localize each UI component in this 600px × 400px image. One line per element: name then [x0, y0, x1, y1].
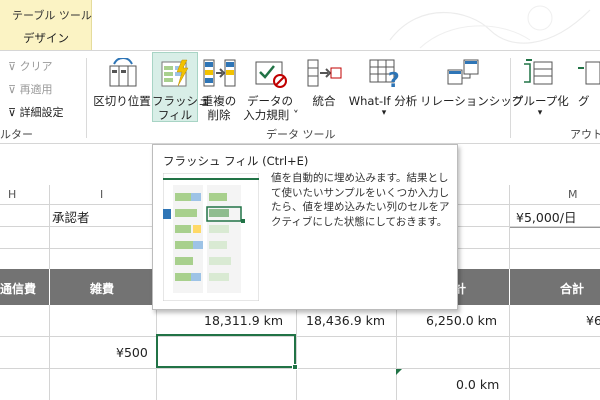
- text-to-columns-button[interactable]: 区切り位置: [92, 94, 152, 108]
- advanced-filter-icon: ⊽: [8, 106, 17, 119]
- text-to-columns-icon: [109, 58, 137, 87]
- error-indicator-icon: [396, 369, 402, 375]
- column-header-i[interactable]: I: [100, 188, 103, 201]
- fill-handle[interactable]: [292, 364, 298, 370]
- ribbon-decoration: [389, 5, 591, 49]
- flash-fill-icon: [161, 59, 189, 87]
- relationships-icon: [447, 59, 479, 85]
- cell-misc-2[interactable]: ¥500: [116, 345, 148, 360]
- column-header-m[interactable]: M: [568, 188, 578, 201]
- daily-rate[interactable]: ¥5,000/日: [516, 207, 576, 226]
- flash-fill-label-2: フィル: [157, 108, 193, 122]
- ungroup-icon: [578, 61, 600, 85]
- data-tools-group-label: データ ツール: [266, 128, 336, 141]
- reapply-button[interactable]: ⊽ 再適用: [8, 81, 53, 97]
- what-if-analysis-icon: ?: [369, 59, 400, 88]
- consolidate-button[interactable]: 統合: [304, 94, 344, 108]
- cell-distance-1[interactable]: 18,311.9 km: [204, 313, 283, 328]
- context-tab-group-label: テーブル ツール: [12, 9, 92, 22]
- header-divider: [509, 269, 510, 305]
- group-separator: [510, 58, 511, 138]
- flash-fill-tooltip: フラッシュ フィル (Ctrl+E) 値を自動的に埋め込みます。結果として使いた…: [152, 144, 458, 310]
- header-total[interactable]: 合計: [560, 280, 584, 297]
- consolidate-icon: [307, 59, 342, 87]
- cell-distance-row3[interactable]: 0.0 km: [456, 377, 499, 392]
- flash-fill-label-1: フラッシュ: [152, 94, 210, 108]
- ungroup-button[interactable]: グ: [578, 94, 600, 108]
- header-communication[interactable]: 通信費: [0, 280, 36, 297]
- gridline: [296, 305, 297, 400]
- remove-duplicates-icon: [203, 59, 236, 87]
- tab-design[interactable]: デザイン: [0, 30, 92, 46]
- group-icon: [524, 59, 553, 85]
- rate-border: [510, 227, 600, 247]
- active-cell[interactable]: [156, 334, 296, 368]
- tooltip-title: フラッシュ フィル (Ctrl+E): [163, 154, 309, 168]
- cell-total-1[interactable]: ¥6: [586, 313, 600, 328]
- approver-label[interactable]: 承認者: [52, 207, 90, 226]
- gridline: [0, 368, 600, 369]
- column-header-h[interactable]: H: [8, 188, 16, 201]
- relationships-button[interactable]: リレーションシップ: [420, 94, 523, 108]
- gridline: [396, 305, 397, 400]
- what-if-dropdown-icon[interactable]: ▾: [374, 106, 394, 120]
- remove-duplicates-button[interactable]: 重複の: [198, 94, 240, 108]
- tooltip-description: 値を自動的に埋め込みます。結果として使いたいサンプルをいくつか入力したら、値を埋…: [271, 172, 450, 228]
- ribbon-divider: [0, 50, 600, 51]
- sort-filter-group-label: ルター: [0, 128, 33, 141]
- reapply-icon: ⊽: [8, 83, 17, 96]
- advanced-filter-button[interactable]: ⊽ 詳細設定: [8, 104, 64, 120]
- remove-duplicates-label-2: 削除: [207, 108, 231, 122]
- outline-group-label: アウト: [570, 128, 600, 141]
- clear-button[interactable]: ⊽ クリア: [8, 58, 53, 74]
- cell-distance-2[interactable]: 18,436.9 km: [306, 313, 385, 328]
- data-validation-button[interactable]: データの: [242, 94, 298, 108]
- data-validation-label-2: 入力規則 ˅: [243, 108, 299, 122]
- gridline: [0, 336, 600, 337]
- flash-fill-illustration: [163, 173, 259, 301]
- header-divider: [49, 269, 50, 305]
- data-validation-icon: [255, 61, 287, 88]
- group-dropdown-icon[interactable]: ▾: [530, 106, 550, 120]
- clear-filter-icon: ⊽: [8, 60, 17, 73]
- cell-distance-3[interactable]: 6,250.0 km: [426, 313, 497, 328]
- header-misc[interactable]: 雑費: [90, 280, 114, 297]
- svg-text:?: ?: [388, 68, 400, 88]
- group-separator: [86, 58, 87, 138]
